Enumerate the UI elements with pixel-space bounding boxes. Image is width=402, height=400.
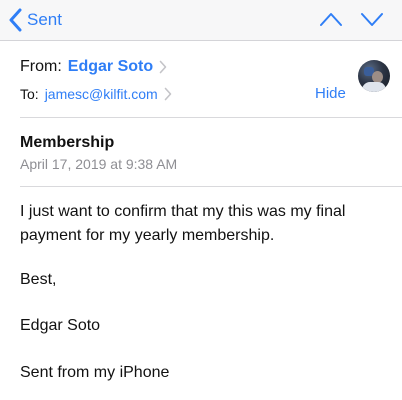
from-row: From: Edgar Soto [20,56,167,78]
hide-details-button[interactable]: Hide [315,84,346,104]
mail-message-screen: Sent From: Edgar Soto To: jamesc@kilfit.… [0,0,402,400]
chevron-right-icon [164,87,172,101]
body-paragraph: Best, [20,271,57,288]
to-label: To: [20,86,39,102]
message-date: April 17, 2019 at 9:38 AM [20,156,178,172]
recipient-address-link[interactable]: jamesc@kilfit.com [45,86,158,102]
back-button-label: Sent [27,10,62,29]
back-button[interactable]: Sent [8,6,62,34]
body-signature: Sent from my iPhone [20,364,170,381]
chevron-up-icon [320,13,342,26]
message-subject: Membership [20,134,115,151]
subject-divider [20,186,402,187]
body-paragraph: I just want to confirm that my this was … [20,203,346,244]
sender-name-link[interactable]: Edgar Soto [68,58,153,76]
to-row: To: jamesc@kilfit.com [20,84,172,104]
chevron-right-icon [159,60,167,74]
body-paragraph: Edgar Soto [20,317,101,334]
nav-bar: Sent [0,0,402,41]
chevron-left-icon [9,8,22,32]
avatar-shirt-shape [362,82,386,92]
chevron-down-icon [361,13,383,26]
previous-message-button[interactable] [319,10,343,28]
header-divider [20,117,402,118]
next-message-button[interactable] [360,10,384,28]
sender-avatar[interactable] [358,60,390,92]
from-label: From: [20,58,62,75]
